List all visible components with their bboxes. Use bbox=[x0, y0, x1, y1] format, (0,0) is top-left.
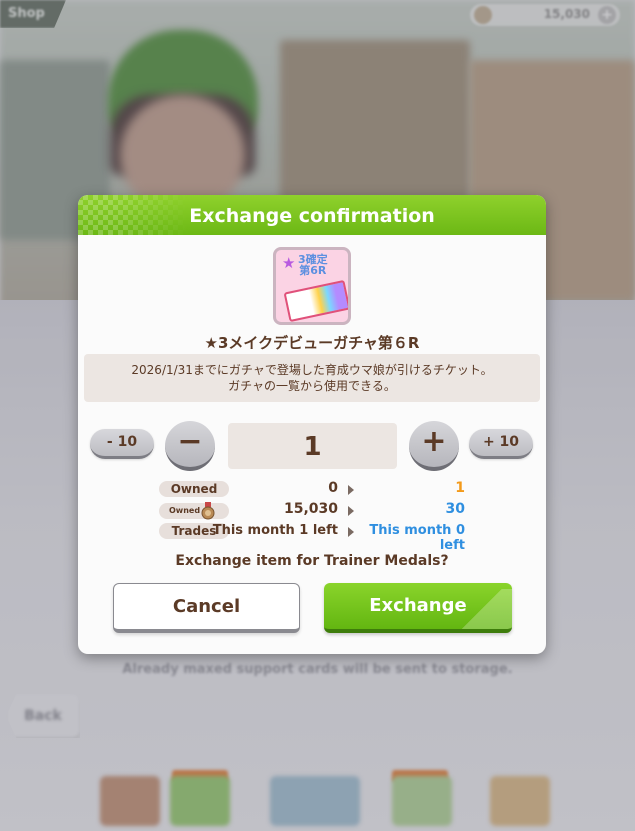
owned-after: 1 bbox=[455, 480, 465, 496]
owned-label: Owned bbox=[159, 481, 229, 497]
trainer-medal-icon bbox=[201, 502, 215, 520]
decrement-button[interactable]: − bbox=[165, 421, 215, 471]
arrow-right-icon bbox=[348, 485, 354, 495]
ticket-graphic bbox=[283, 279, 348, 322]
item-name: ★3メイクデビューガチャ第６R bbox=[204, 334, 420, 352]
ticket-icon: ★ 3確定 第6R bbox=[273, 247, 351, 325]
increment-button[interactable]: + bbox=[409, 421, 459, 471]
plus-10-button[interactable]: + 10 bbox=[469, 429, 533, 459]
exchange-dialog: Exchange confirmation ★ 3確定 第6R ★3メイクデビュ… bbox=[78, 195, 546, 654]
description-line1: 2026/1/31までにガチャで登場した育成ウマ娘が引けるチケット。 bbox=[131, 363, 493, 377]
quantity-value[interactable]: 1 bbox=[228, 423, 397, 469]
badge-line2: 第6R bbox=[299, 264, 327, 277]
ticket-badge: 3確定 第6R bbox=[298, 254, 328, 276]
item-description: 2026/1/31までにガチャで登場した育成ウマ娘が引けるチケット。 ガチャの一… bbox=[84, 354, 540, 402]
exchange-button-label: Exchange bbox=[369, 595, 467, 616]
medal-current: 15,030 bbox=[283, 501, 338, 517]
trades-after: This month 0 left bbox=[369, 523, 465, 553]
cancel-button[interactable]: Cancel bbox=[113, 583, 300, 633]
star-icon: ★ bbox=[282, 254, 296, 272]
medal-owned-label: Owned bbox=[159, 503, 229, 519]
confirm-question: Exchange item for Trainer Medals? bbox=[175, 553, 449, 569]
owned-current: 0 bbox=[328, 480, 338, 496]
minus-10-button[interactable]: - 10 bbox=[90, 429, 154, 459]
exchange-button[interactable]: Exchange bbox=[324, 583, 512, 633]
trades-current: This month 1 left bbox=[212, 523, 338, 538]
header-pattern bbox=[78, 195, 188, 235]
description-line2: ガチャの一覧から使用できる。 bbox=[228, 379, 396, 393]
arrow-right-icon bbox=[348, 506, 354, 516]
medal-after: 30 bbox=[445, 501, 465, 517]
dialog-title: Exchange confirmation bbox=[189, 205, 435, 227]
dialog-header: Exchange confirmation bbox=[78, 195, 546, 235]
